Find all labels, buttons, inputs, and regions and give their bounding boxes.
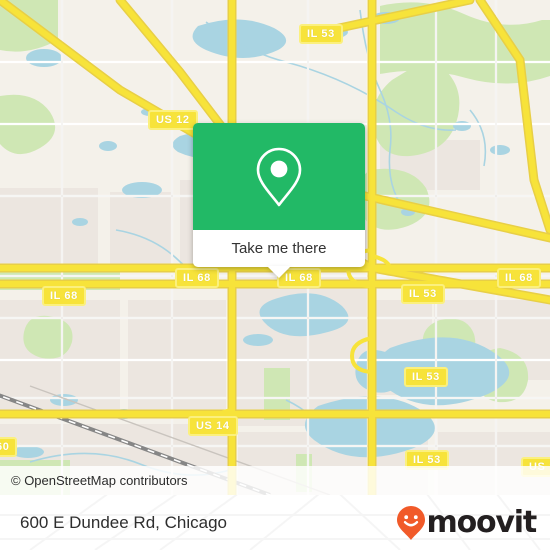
attribution-text[interactable]: © OpenStreetMap contributors xyxy=(11,473,188,488)
moovit-wordmark: moovit xyxy=(426,504,538,540)
footer-content: 600 E Dundee Rd, Chicago moovit xyxy=(0,495,550,550)
road-shield[interactable]: IL 68 xyxy=(42,286,86,306)
road-shield[interactable]: IL 53 xyxy=(401,284,445,304)
road-shield[interactable]: 60 xyxy=(0,437,18,457)
road-shield[interactable]: US 12 xyxy=(148,110,198,130)
moovit-map-screen: IL 53 US 12 IL 68 IL 68 IL 68 IL 68 IL 5… xyxy=(0,0,550,550)
take-me-there-label: Take me there xyxy=(231,240,327,257)
address-label: 600 E Dundee Rd, Chicago xyxy=(20,512,227,532)
road-shield[interactable]: US 14 xyxy=(188,416,238,436)
map-canvas[interactable]: IL 53 US 12 IL 68 IL 68 IL 68 IL 68 IL 5… xyxy=(0,0,550,495)
moovit-smiley-pin-icon xyxy=(396,505,426,541)
moovit-logo[interactable]: moovit xyxy=(396,504,538,541)
callout-tail xyxy=(267,266,291,278)
road-shield[interactable]: IL 68 xyxy=(175,268,219,288)
footer-bar: 600 E Dundee Rd, Chicago moovit xyxy=(0,495,550,550)
road-shield[interactable]: IL 53 xyxy=(404,367,448,387)
location-callout-card[interactable]: Take me there xyxy=(193,123,365,278)
road-shield[interactable]: IL 68 xyxy=(497,268,541,288)
callout-header xyxy=(193,123,365,230)
map-pin-icon xyxy=(253,146,305,208)
road-shield[interactable]: IL 53 xyxy=(299,24,343,44)
take-me-there-button[interactable]: Take me there xyxy=(193,230,365,278)
map-attribution-bar: © OpenStreetMap contributors xyxy=(0,466,550,495)
